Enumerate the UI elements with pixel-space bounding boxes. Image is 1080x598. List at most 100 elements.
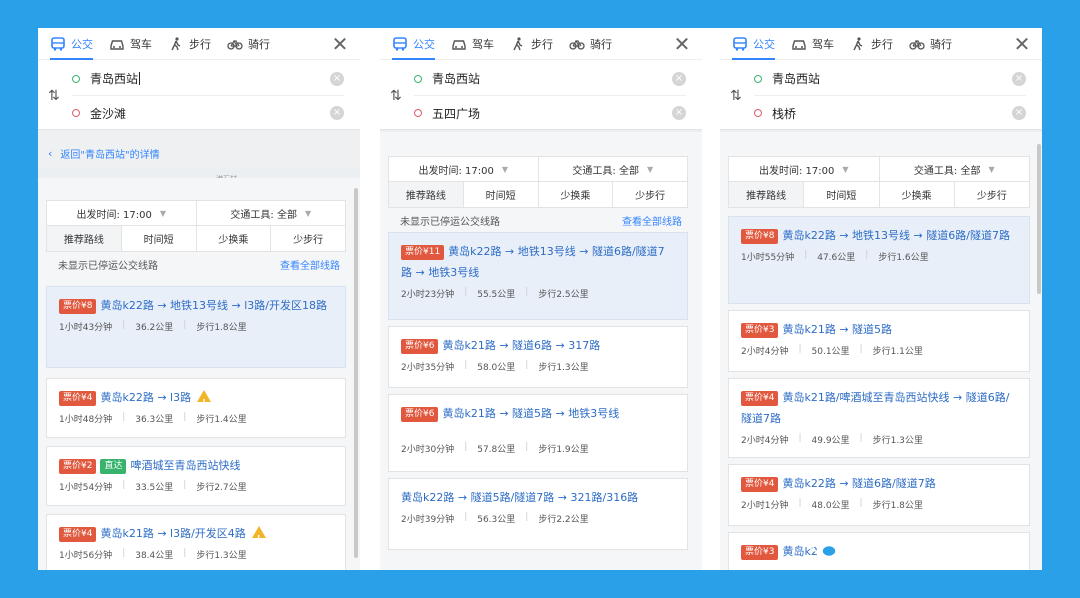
route-option[interactable]: 票价¥2 直达 啤酒城至青岛西站快线 1小时54分钟 | 33.5公里 | 步行2.7公里: [46, 446, 346, 506]
clear-destination-icon[interactable]: ×: [330, 106, 344, 120]
origin-field[interactable]: 青岛西站 ×: [754, 62, 1026, 96]
sort-least-walking[interactable]: 少步行: [271, 226, 345, 251]
tab-bus[interactable]: 公交: [392, 28, 435, 60]
destination-field[interactable]: 五四广场 ×: [414, 96, 686, 130]
route-walk: 步行2.2公里: [538, 515, 589, 525]
tab-walk[interactable]: 步行: [850, 28, 893, 60]
route-title: 黄岛k22路 → 隧道6路/隧道7路: [782, 477, 936, 490]
swap-icon[interactable]: ⇅: [390, 88, 406, 104]
route-option[interactable]: 票价¥11 黄岛k22路 → 地铁13号线 → 隧道6路/隧道7路 → 地铁3号线…: [388, 232, 688, 320]
route-option[interactable]: 票价¥6 黄岛k21路 → 隧道5路 → 地铁3号线 2小时30分钟 | 57.8公里…: [388, 394, 688, 472]
route-walk: 步行1.1公里: [872, 347, 923, 357]
route-option[interactable]: 黄岛k22路 → 隧道5路/隧道7路 → 321路/316路 2小时39分钟 | 5…: [388, 478, 688, 550]
clear-origin-icon[interactable]: ×: [330, 71, 344, 86]
transport-type-label: 交通工具: 全部: [913, 165, 981, 177]
clear-origin-icon[interactable]: ×: [672, 71, 686, 86]
sort-fewest-transfers[interactable]: 少换乘: [197, 226, 272, 251]
route-title: 黄岛k22路 → 地铁13号线 → l3路/开发区18路: [100, 299, 327, 312]
destination-dot-icon: [414, 109, 422, 117]
tab-bus[interactable]: 公交: [732, 28, 775, 60]
transport-type-select[interactable]: 交通工具: 全部 ▼: [880, 157, 1030, 181]
fare-badge: 票价¥4: [741, 477, 779, 492]
route-option[interactable]: 票价¥8 黄岛k22路 → 地铁13号线 → l3路/开发区18路 1小时43分钟…: [46, 286, 346, 368]
fare-badge: 票价¥11: [401, 245, 445, 260]
warning-icon: [251, 526, 266, 549]
sort-least-walking[interactable]: 少步行: [613, 182, 687, 207]
route-option[interactable]: 票价¥4黄岛k22路 → l3路 1小时48分钟|36.3公里|步行1.4公里: [46, 378, 346, 438]
sort-recommended[interactable]: 推荐路线: [729, 182, 805, 207]
clear-destination-icon[interactable]: ×: [672, 106, 686, 120]
sort-recommended[interactable]: 推荐路线: [389, 182, 464, 207]
route-walk: 步行1.3公里: [538, 363, 589, 373]
sort-shortest-time[interactable]: 时间短: [804, 182, 880, 207]
route-walk: 步行1.6公里: [878, 253, 929, 263]
tab-drive[interactable]: 驾车: [791, 28, 834, 60]
route-walk: 步行2.5公里: [538, 290, 589, 300]
depart-time-select[interactable]: 出发时间: 17:00 ▼: [729, 157, 880, 181]
sort-fewest-transfers[interactable]: 少换乘: [539, 182, 614, 207]
back-to-detail-link[interactable]: ‹ 返回"青岛西站"的详情: [38, 138, 360, 168]
depart-time-label: 出发时间: 17:00: [758, 165, 835, 177]
route-title: 黄岛k21路 → 隧道5路: [782, 323, 893, 336]
destination-field[interactable]: 栈桥 ×: [754, 96, 1026, 130]
screenshot-stage: 公交 驾车 步行 骑行 ✕ ⇅ 青岛西站 × 金沙滩 × ‹ 返回"青岛西站"的…: [38, 28, 1042, 570]
sort-shortest-time[interactable]: 时间短: [464, 182, 539, 207]
swap-icon[interactable]: ⇅: [48, 88, 64, 104]
destination-field[interactable]: 金沙滩 ×: [72, 96, 344, 130]
view-all-lines-link[interactable]: 查看全部线路: [280, 257, 340, 272]
route-walk: 步行2.7公里: [196, 483, 247, 493]
depart-time-select[interactable]: 出发时间: 17:00 ▼: [47, 201, 197, 225]
sort-recommended[interactable]: 推荐路线: [47, 226, 122, 251]
origin-field[interactable]: 青岛西站 ×: [72, 62, 344, 96]
watermark-text: 带着青岛去旅行: [844, 536, 1012, 564]
tab-drive[interactable]: 驾车: [109, 28, 152, 60]
clear-origin-icon[interactable]: ×: [1012, 71, 1026, 86]
depart-time-label: 出发时间: 17:00: [76, 209, 152, 221]
tab-walk[interactable]: 步行: [168, 28, 211, 60]
close-icon[interactable]: ✕: [672, 34, 692, 54]
transport-type-select[interactable]: 交通工具: 全部 ▼: [539, 157, 688, 181]
route-title: 黄岛k22路 → l3路: [100, 391, 192, 404]
results-area: 出发时间: 17:00 ▼ 交通工具: 全部 ▼ 推荐路线 时间短 少换乘 少步行 …: [38, 178, 360, 570]
close-icon[interactable]: ✕: [330, 34, 350, 54]
route-distance: 56.3公里: [477, 515, 516, 525]
filter-card: 出发时间: 17:00 ▼ 交通工具: 全部 ▼ 推荐路线 时间短 少换乘 少步行 …: [728, 156, 1030, 570]
route-option[interactable]: 票价¥8 黄岛k22路 → 地铁13号线 → 隧道6路/隧道7路 1小时55分钟 |…: [728, 216, 1030, 304]
tab-cycle[interactable]: 骑行: [569, 28, 612, 60]
tab-drive[interactable]: 驾车: [451, 28, 494, 60]
tab-bus-label: 公交: [71, 37, 93, 51]
route-duration: 2小时23分钟: [401, 290, 455, 300]
route-option[interactable]: 票价¥6 黄岛k21路 → 隧道6路 → 317路 2小时35分钟 | 58.0公里 |…: [388, 326, 688, 388]
tab-walk[interactable]: 步行: [510, 28, 553, 60]
route-option[interactable]: 票价¥3 黄岛k21路 → 隧道5路 2小时4分钟 | 50.1公里 | 步行1.1公里: [728, 310, 1030, 372]
sort-least-walking[interactable]: 少步行: [955, 182, 1029, 207]
route-option[interactable]: 票价¥4黄岛k21路 → l3路/开发区4路 1小时56分钟|38.4公里|步行…: [46, 514, 346, 570]
car-icon: [792, 39, 806, 50]
route-duration: 2小时39分钟: [401, 515, 455, 525]
tab-cycle[interactable]: 骑行: [227, 28, 270, 60]
scrollbar[interactable]: [354, 188, 358, 558]
destination-dot-icon: [72, 109, 80, 117]
route-duration: 1小时56分钟: [59, 551, 113, 561]
tab-bus[interactable]: 公交: [50, 28, 93, 60]
route-option[interactable]: 票价¥4 黄岛k21路/啤酒城至青岛西站快线 → 隧道6路/隧道7路 2小时4分钟…: [728, 378, 1030, 458]
route-title: 黄岛k21路/啤酒城至青岛西站快线 → 隧道6路/隧道7路: [741, 391, 1010, 425]
depart-time-select[interactable]: 出发时间: 17:00 ▼: [389, 157, 539, 181]
transport-type-select[interactable]: 交通工具: 全部 ▼: [197, 201, 346, 225]
origin-field[interactable]: 青岛西站 ×: [414, 62, 686, 96]
tab-cycle[interactable]: 骑行: [909, 28, 952, 60]
route-option[interactable]: 票价¥4 黄岛k22路 → 隧道6路/隧道7路 2小时1分钟 | 48.0公里 | 步行1…: [728, 464, 1030, 526]
route-title: 黄岛k21路 → 隧道5路 → 地铁3号线: [442, 407, 620, 420]
sort-fewest-transfers[interactable]: 少换乘: [880, 182, 955, 207]
clear-destination-icon[interactable]: ×: [1012, 106, 1026, 120]
close-icon[interactable]: ✕: [1012, 34, 1032, 54]
route-distance: 58.0公里: [477, 363, 516, 373]
notice-row: 未显示已停运公交线路 查看全部线路: [388, 208, 688, 232]
route-duration: 1小时43分钟: [59, 323, 113, 333]
swap-icon[interactable]: ⇅: [730, 88, 746, 104]
view-all-lines-link[interactable]: 查看全部线路: [622, 213, 682, 228]
scrollbar[interactable]: [1037, 144, 1041, 294]
transport-type-label: 交通工具: 全部: [230, 209, 297, 221]
fare-badge: 票价¥8: [59, 299, 97, 314]
sort-shortest-time[interactable]: 时间短: [122, 226, 197, 251]
